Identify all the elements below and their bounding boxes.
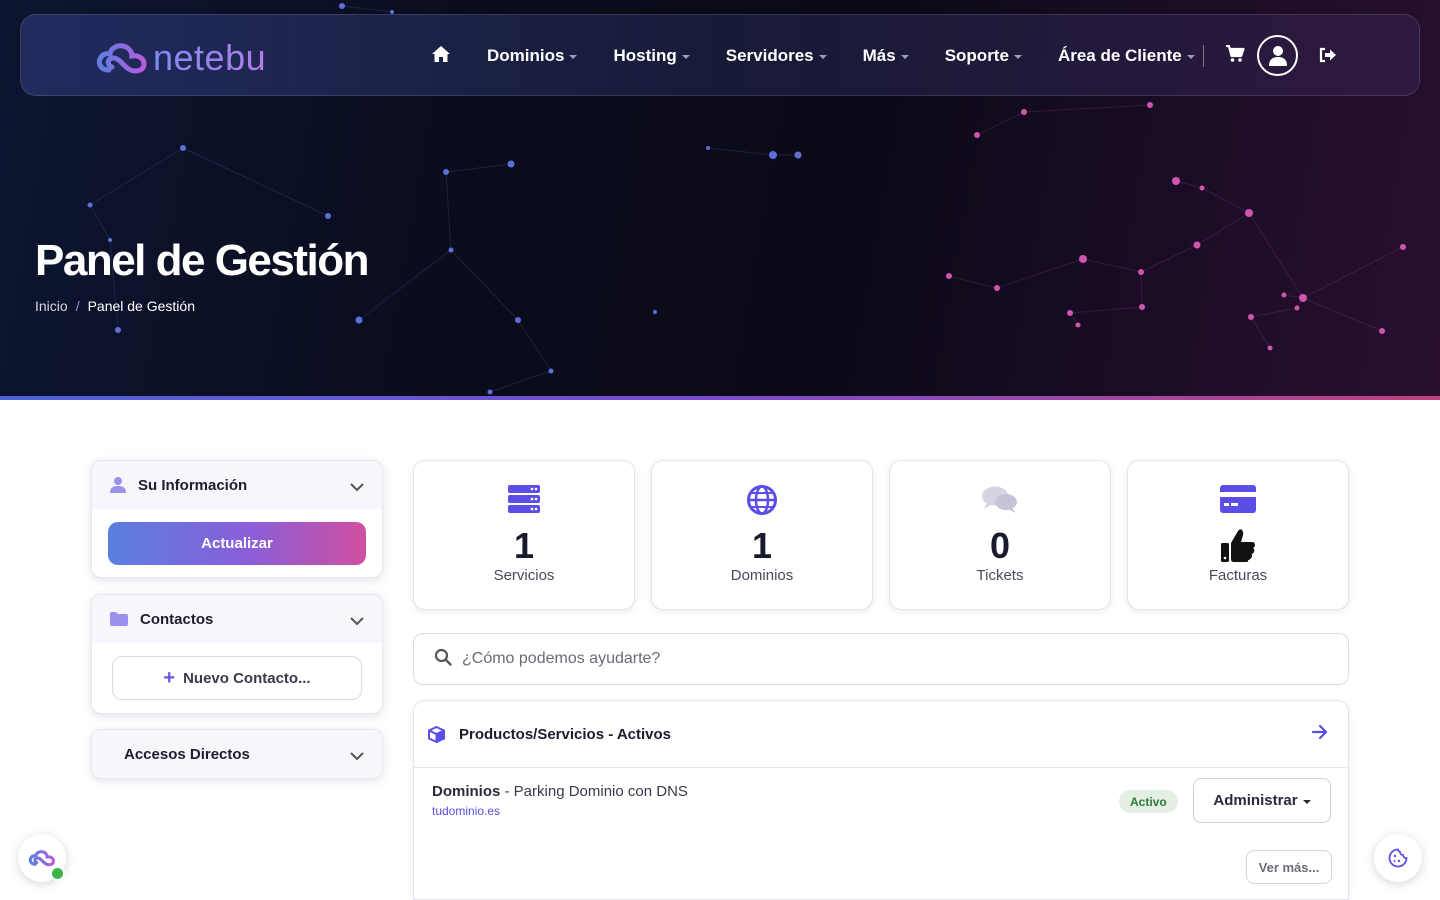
chevron-down-icon[interactable] <box>350 613 364 630</box>
cloud-logo-icon <box>28 850 55 867</box>
brand-name: netebu <box>153 37 267 78</box>
brand-logo[interactable]: netebu <box>95 37 266 79</box>
logout-icon[interactable] <box>1319 47 1337 68</box>
status-badge: Activo <box>1119 790 1178 813</box>
info-panel-title: Su Información <box>138 476 248 494</box>
stat-label: Servicios <box>493 567 555 584</box>
shortcuts-panel-header[interactable]: Accesos Directos <box>92 730 382 778</box>
caret-down-icon <box>569 55 578 59</box>
caret-down-icon <box>1013 55 1022 59</box>
stat-value: 1 <box>751 525 773 566</box>
shortcuts-panel-title: Accesos Directos <box>124 745 250 763</box>
active-products-panel: Productos/Servicios - Activos Dominios -… <box>413 700 1349 900</box>
user-icon <box>110 476 126 494</box>
active-products-title: Productos/Servicios - Activos <box>459 725 672 743</box>
chevron-down-icon[interactable] <box>350 479 364 496</box>
page-title: Panel de Gestión <box>35 236 369 285</box>
manage-label: Administrar <box>1213 792 1298 809</box>
plus-icon: + <box>163 666 176 689</box>
nav-soporte[interactable]: Soporte <box>945 46 1022 66</box>
hero-banner: netebu Dominios Hosting Servidores Más S… <box>0 0 1440 400</box>
arrow-right-icon[interactable] <box>1311 724 1328 743</box>
stat-tile-services[interactable]: 1 Servicios <box>413 460 635 610</box>
chat-launcher-button[interactable] <box>18 834 66 882</box>
breadcrumb-current: Panel de Gestión <box>87 298 195 314</box>
nav-servidores[interactable]: Servidores <box>726 46 827 66</box>
caret-down-icon <box>681 55 690 59</box>
new-contact-label: Nuevo Contacto... <box>183 669 311 687</box>
home-icon[interactable] <box>431 45 451 68</box>
active-products-header: Productos/Servicios - Activos <box>414 701 1348 768</box>
thumbs-up-icon <box>1128 527 1348 563</box>
nav-hosting[interactable]: Hosting <box>613 46 690 66</box>
nav-area-cliente-label: Área de Cliente <box>1057 46 1182 65</box>
cart-icon[interactable] <box>1225 44 1245 68</box>
view-more-button[interactable]: Ver más... <box>1246 850 1332 884</box>
breadcrumb-separator: / <box>75 298 80 314</box>
cookie-settings-button[interactable] <box>1374 834 1422 882</box>
cookie-icon <box>1388 848 1408 868</box>
search-input[interactable] <box>462 650 1262 668</box>
credit-card-icon <box>1128 485 1348 513</box>
stat-label: Facturas <box>1208 567 1268 584</box>
chevron-down-icon[interactable] <box>350 748 364 765</box>
top-navbar: netebu Dominios Hosting Servidores Más S… <box>20 14 1420 96</box>
stat-label: Tickets <box>976 567 1024 584</box>
cloud-logo-icon <box>96 43 147 74</box>
stat-label: Dominios <box>730 567 794 584</box>
product-category: Dominios <box>432 783 501 800</box>
caret-down-icon <box>900 55 909 59</box>
product-row[interactable]: Dominios - Parking Dominio con DNS tudom… <box>432 783 688 818</box>
contacts-panel-header[interactable]: Contactos <box>92 595 382 643</box>
main-nav: Dominios Hosting Servidores Más Soporte … <box>431 41 1231 71</box>
nav-area-cliente[interactable]: Área de Cliente <box>1058 46 1195 66</box>
search-icon <box>434 648 452 671</box>
product-title: Dominios - Parking Dominio con DNS <box>432 783 688 800</box>
update-button[interactable]: Actualizar <box>108 522 366 565</box>
user-account-button[interactable] <box>1257 35 1298 76</box>
hero-gradient-divider <box>0 396 1440 400</box>
caret-down-icon <box>1302 799 1311 804</box>
stat-tile-domains[interactable]: 1 Dominios <box>651 460 873 610</box>
caret-down-icon <box>1186 55 1195 59</box>
nav-dominios[interactable]: Dominios <box>487 46 578 66</box>
folder-icon <box>110 612 128 626</box>
breadcrumb: Inicio / Panel de Gestión <box>35 298 195 314</box>
stat-value: 1 <box>513 525 535 566</box>
product-domain-link[interactable]: tudominio.es <box>432 804 688 818</box>
stat-tile-tickets[interactable]: 0 Tickets <box>889 460 1111 610</box>
stat-value: 0 <box>989 525 1011 566</box>
whatsapp-icon <box>50 866 65 881</box>
nav-soporte-label: Soporte <box>944 46 1009 65</box>
nav-mas-label: Más <box>862 46 896 65</box>
stat-tile-invoices[interactable]: Facturas <box>1127 460 1349 610</box>
manage-dropdown-button[interactable]: Administrar <box>1193 778 1331 823</box>
breadcrumb-home[interactable]: Inicio <box>35 298 68 314</box>
nav-divider <box>1203 45 1204 67</box>
shortcuts-panel: Accesos Directos <box>91 729 383 779</box>
user-icon <box>1268 45 1287 66</box>
new-contact-button[interactable]: + Nuevo Contacto... <box>112 656 362 700</box>
nav-servidores-label: Servidores <box>725 46 814 65</box>
nav-hosting-label: Hosting <box>613 46 677 65</box>
cube-icon <box>428 725 445 743</box>
knowledgebase-search <box>413 633 1349 685</box>
product-name: - Parking Dominio con DNS <box>500 783 688 800</box>
caret-down-icon <box>818 55 827 59</box>
contacts-panel-title: Contactos <box>140 610 214 628</box>
info-panel: Su Información Actualizar <box>91 460 383 578</box>
contacts-panel: Contactos + Nuevo Contacto... <box>91 594 383 714</box>
nav-dominios-label: Dominios <box>487 46 565 65</box>
globe-icon <box>652 485 872 515</box>
comments-icon <box>890 485 1110 515</box>
info-panel-header[interactable]: Su Información <box>92 461 382 509</box>
nav-mas[interactable]: Más <box>863 46 909 66</box>
server-icon <box>414 485 634 513</box>
